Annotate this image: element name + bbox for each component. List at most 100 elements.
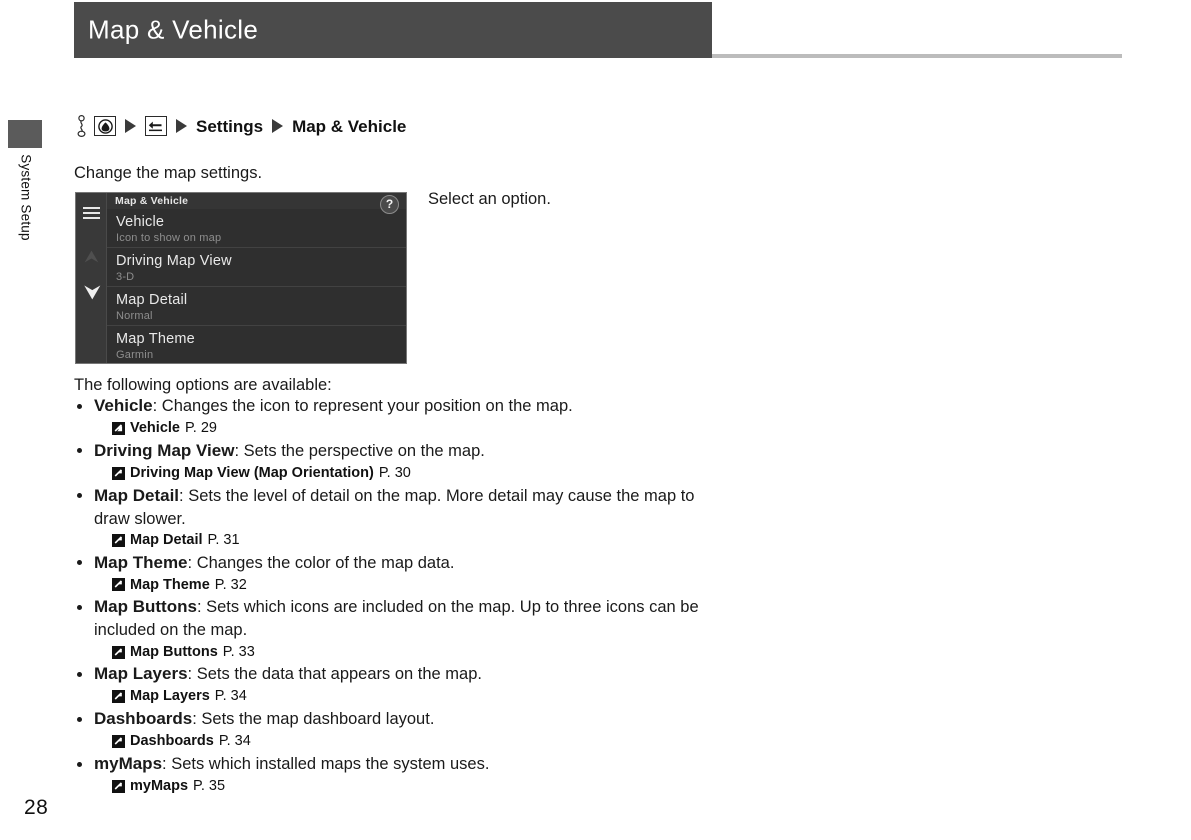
option-description: : Sets the perspective on the map.	[234, 441, 485, 460]
bullet-icon	[77, 761, 82, 767]
breadcrumb-item-map-and-vehicle[interactable]: Map & Vehicle	[292, 118, 406, 135]
reference-page: P. 32	[214, 576, 247, 593]
chapter-tab-label: System Setup	[18, 154, 34, 241]
option-reference[interactable]: Driving Map View (Map Orientation) P. 30	[74, 464, 774, 483]
option-name: myMaps	[94, 754, 163, 773]
bullet-icon	[77, 672, 82, 678]
option-entry-vehicle: Vehicle: Changes the icon to represent y…	[74, 395, 774, 438]
device-list-item-title: Map Detail	[116, 292, 188, 308]
option-line: Vehicle: Changes the icon to represent y…	[74, 395, 774, 418]
scroll-down-arrow-icon[interactable]: ⮟	[84, 283, 101, 303]
hamburger-menu-icon[interactable]	[83, 207, 100, 219]
jump-arrow-icon	[112, 466, 125, 480]
device-title-bar: Map & Vehicle	[107, 193, 406, 209]
option-description: : Changes the color of the map data.	[187, 553, 455, 572]
scroll-up-arrow-icon[interactable]: ⮝	[84, 248, 99, 265]
option-description: : Changes the icon to represent your pos…	[152, 397, 573, 415]
option-reference[interactable]: Map Buttons P. 33	[74, 643, 774, 662]
option-name: Map Buttons	[94, 597, 197, 617]
reference-page: P. 34	[218, 733, 251, 750]
page-number: 28	[24, 796, 49, 819]
device-list-item-vehicle[interactable]: Vehicle Icon to show on map	[107, 209, 406, 248]
option-name: Vehicle	[94, 396, 153, 415]
reference-page: P. 31	[207, 531, 240, 548]
device-main-panel: Map & Vehicle ? Vehicle Icon to show on …	[107, 193, 406, 363]
bullet-icon	[77, 716, 82, 722]
reference-title: Driving Map View (Map Orientation)	[130, 464, 374, 481]
bullet-icon	[77, 560, 82, 566]
device-list-item-subtitle: Garmin	[116, 349, 154, 361]
breadcrumb-item-settings[interactable]: Settings	[196, 118, 263, 135]
option-name: Map Detail	[94, 485, 180, 505]
breadcrumb-separator-icon	[176, 119, 187, 133]
device-list-item-map-detail[interactable]: Map Detail Normal	[107, 287, 406, 326]
device-list-item-title: Map Theme	[116, 331, 195, 347]
device-list-item-driving-map-view[interactable]: Driving Map View 3-D	[107, 248, 406, 287]
device-list-item-subtitle: Normal	[116, 310, 153, 322]
option-description: : Sets the data that appears on the map.	[187, 665, 482, 684]
page-header-bar: Map & Vehicle	[74, 2, 712, 58]
bullet-icon	[77, 448, 82, 454]
reference-page: P. 29	[184, 419, 217, 436]
jump-arrow-icon	[112, 421, 125, 435]
jump-arrow-icon	[112, 533, 125, 547]
bullet-icon	[77, 604, 82, 610]
option-reference[interactable]: Vehicle P. 29	[74, 419, 774, 438]
jump-arrow-icon	[112, 690, 125, 704]
help-button[interactable]: ?	[380, 195, 399, 214]
device-list-item-subtitle: Icon to show on map	[116, 232, 222, 244]
option-line: Map Layers: Sets the data that appears o…	[74, 663, 774, 686]
reference-page: P. 35	[193, 777, 226, 794]
reference-title: Map Layers	[130, 688, 210, 705]
reference-page: P. 34	[214, 688, 247, 705]
reference-page: P. 33	[222, 643, 255, 660]
option-reference[interactable]: Map Theme P. 32	[74, 576, 774, 595]
device-list-item-map-theme[interactable]: Map Theme Garmin	[107, 326, 406, 363]
back-arrow-icon[interactable]	[145, 116, 167, 136]
device-sidebar: ⮝ ⮟	[76, 193, 107, 363]
option-reference[interactable]: myMaps P. 35	[74, 777, 774, 796]
reference-title: Vehicle	[130, 419, 180, 436]
header-rule	[712, 54, 1122, 58]
device-list-item-title: Vehicle	[116, 214, 165, 230]
reference-title: Map Detail	[130, 531, 203, 548]
jump-arrow-icon	[112, 735, 125, 749]
option-reference[interactable]: Map Detail P. 31	[74, 531, 774, 550]
option-reference[interactable]: Dashboards P. 34	[74, 732, 774, 751]
breadcrumb: Settings Map & Vehicle	[74, 113, 406, 139]
option-description: : Sets which installed maps the system u…	[162, 755, 490, 773]
device-screen-title: Map & Vehicle	[115, 195, 189, 207]
option-description: : Sets the map dashboard layout.	[192, 710, 435, 729]
jump-arrow-icon	[112, 645, 125, 659]
breadcrumb-separator-icon	[125, 119, 136, 133]
bullet-icon	[77, 493, 82, 499]
option-entry-dashboards: Dashboards : Sets the map dashboard layou…	[74, 708, 774, 751]
option-description: : Sets the level of detail on the map. M…	[94, 486, 695, 528]
select-option-text: Select an option.	[428, 190, 551, 208]
options-list: Vehicle: Changes the icon to represent y…	[74, 395, 774, 798]
option-line: Dashboards: Sets the map dashboard layou…	[74, 708, 774, 731]
option-entry-driving-map-view: Driving Map View: Sets the perspective o…	[74, 440, 774, 483]
home-circle-icon[interactable]	[94, 116, 116, 136]
option-line: Map Detail: Sets the level of detail on …	[74, 485, 734, 530]
option-line: Map Buttons: Sets which icons are includ…	[74, 596, 734, 641]
reference-page: P. 30	[378, 464, 411, 481]
reference-title: Dashboards	[130, 733, 214, 750]
breadcrumb-separator-icon	[272, 119, 284, 133]
following-options-text: The following options are available:	[74, 376, 332, 394]
reference-title: Map Theme	[130, 576, 210, 593]
option-name: Map Theme	[94, 552, 188, 572]
device-list-item-subtitle: 3-D	[116, 271, 135, 283]
option-reference[interactable]: Map Layers P. 34	[74, 687, 774, 706]
option-entry-map-layers: Map Layers: Sets the data that appears o…	[74, 663, 774, 706]
device-screenshot: ⮝ ⮟ Map & Vehicle ? Vehicle Icon to show…	[75, 192, 407, 364]
option-name: Map Layers	[94, 664, 188, 684]
option-entry-map-theme: Map Theme: Changes the color of the map …	[74, 552, 774, 595]
reference-title: myMaps	[130, 777, 189, 794]
option-name: Driving Map View	[94, 440, 235, 460]
page-title: Map & Vehicle	[88, 14, 259, 45]
reference-title: Map Buttons	[130, 643, 218, 660]
device-list-item-title: Driving Map View	[116, 253, 232, 269]
stylus-icon	[74, 115, 88, 137]
option-entry-map-buttons: Map Buttons: Sets which icons are includ…	[74, 596, 774, 661]
